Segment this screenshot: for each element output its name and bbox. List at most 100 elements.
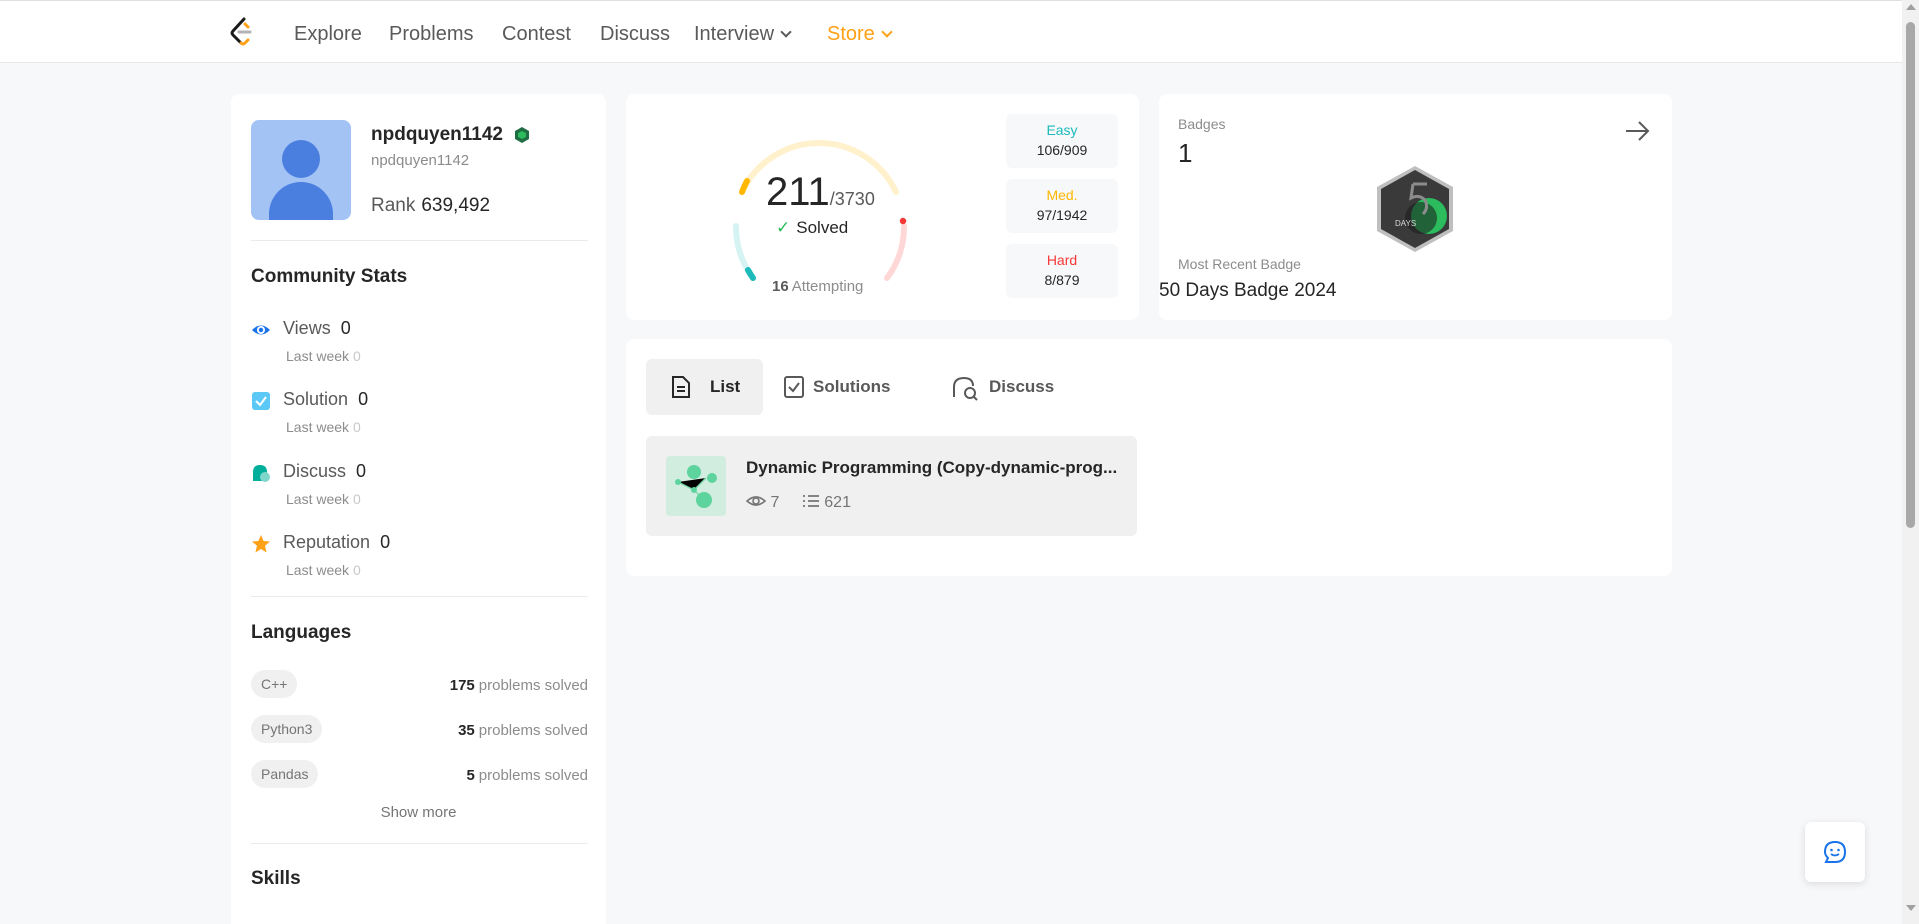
nav-interview[interactable]: Interview bbox=[694, 23, 792, 46]
discuss-icon bbox=[253, 465, 270, 482]
difficulty-medium[interactable]: Med. 97/1942 bbox=[1006, 179, 1118, 233]
eye-icon bbox=[252, 325, 270, 335]
attempting-count: 16 bbox=[772, 278, 789, 295]
tab-label: Solutions bbox=[813, 377, 891, 396]
tab-label: Discuss bbox=[989, 377, 1055, 396]
username: npdquyen1142 bbox=[371, 124, 503, 145]
recent-badge-label: Most Recent Badge bbox=[1178, 256, 1301, 272]
badges-count: 1 bbox=[1178, 138, 1193, 168]
list-meta: 7 621 bbox=[745, 494, 851, 512]
language-tag[interactable]: Pandas bbox=[251, 760, 319, 788]
stat-views-value: 0 bbox=[340, 318, 351, 338]
stat-views-name: Views bbox=[283, 318, 331, 338]
stat-discuss-label: Discuss 0 bbox=[283, 461, 366, 482]
profile-card: npdquyen1142 npdquyen1142 Rank 639,492 Co… bbox=[231, 94, 606, 924]
chat-smile-icon bbox=[1823, 840, 1847, 863]
solved-total: /3730 bbox=[829, 189, 875, 209]
last-week-value: 0 bbox=[353, 348, 361, 364]
tab-list[interactable]: List bbox=[646, 359, 763, 415]
last-week-label: Last week bbox=[286, 491, 350, 507]
last-week-label: Last week bbox=[286, 348, 350, 364]
difficulty-value: 97/1942 bbox=[1036, 207, 1088, 223]
stat-reputation-value: 0 bbox=[380, 532, 391, 552]
scrollbar[interactable] bbox=[1902, 0, 1919, 924]
nav-interview-label: Interview bbox=[694, 23, 775, 45]
leetcode-logo-icon[interactable] bbox=[228, 17, 256, 47]
chevron-down-icon bbox=[881, 26, 893, 38]
difficulty-hard[interactable]: Hard 8/879 bbox=[1006, 244, 1118, 298]
language-count: 5 problems solved bbox=[466, 767, 588, 784]
scroll-down-arrow-icon[interactable] bbox=[1906, 905, 1916, 911]
avatar-body bbox=[269, 182, 333, 220]
nav-discuss[interactable]: Discuss bbox=[600, 23, 670, 46]
top-navbar: Explore Problems Contest Discuss Intervi… bbox=[0, 0, 1902, 63]
last-week-value: 0 bbox=[353, 419, 361, 435]
language-tag[interactable]: C++ bbox=[251, 670, 298, 698]
rank: Rank 639,492 bbox=[371, 195, 490, 217]
solution-check-icon bbox=[252, 392, 270, 410]
scrollbar-thumb[interactable] bbox=[1906, 22, 1915, 528]
lists-card: List Solutions Discuss Dynamic Programmi… bbox=[626, 339, 1672, 576]
tab-label: List bbox=[710, 377, 741, 396]
badges-label: Badges bbox=[1178, 116, 1226, 132]
stat-reputation-name: Reputation bbox=[283, 532, 371, 552]
chat-button[interactable] bbox=[1805, 822, 1865, 882]
stat-views: Views 0 Last week 0 bbox=[251, 316, 588, 372]
avatar[interactable] bbox=[251, 120, 351, 220]
arrow-right-icon[interactable] bbox=[1622, 116, 1652, 146]
last-week-value: 0 bbox=[353, 562, 361, 578]
solved-progress-card: 211/3730 ✓ Solved 16 Attempting Easy 106/9… bbox=[626, 94, 1139, 320]
50-days-badge-icon[interactable]: DAYS bbox=[1373, 164, 1457, 254]
tab-solutions[interactable]: Solutions bbox=[773, 359, 913, 415]
stat-views-label: Views 0 bbox=[283, 318, 351, 339]
last-week-label: Last week bbox=[286, 562, 350, 578]
language-tag[interactable]: Python3 bbox=[251, 715, 323, 743]
recent-badge-name: 50 Days Badge 2024 bbox=[1159, 280, 1337, 301]
language-count-number: 35 bbox=[458, 722, 475, 739]
stat-reputation: Reputation 0 Last week 0 bbox=[251, 530, 588, 586]
nav-problems[interactable]: Problems bbox=[389, 23, 473, 46]
divider bbox=[251, 596, 588, 597]
stat-solution-value: 0 bbox=[358, 389, 369, 409]
list-icon bbox=[802, 495, 819, 507]
last-week-label: Last week bbox=[286, 419, 350, 435]
last-week-value: 0 bbox=[353, 491, 361, 507]
verified-badge-icon bbox=[515, 127, 529, 143]
skills-title: Skills bbox=[251, 868, 301, 889]
stat-discuss-last-week: Last week 0 bbox=[286, 491, 361, 507]
stat-views-last-week: Last week 0 bbox=[286, 348, 361, 364]
check-icon: ✓ bbox=[776, 218, 791, 237]
nav-explore[interactable]: Explore bbox=[294, 23, 362, 46]
language-count-suffix: problems solved bbox=[478, 677, 588, 694]
rank-label: Rank bbox=[371, 195, 416, 216]
difficulty-easy[interactable]: Easy 106/909 bbox=[1006, 114, 1118, 168]
list-title: Dynamic Programming (Copy-dynamic-prog..… bbox=[746, 458, 1118, 477]
scroll-up-arrow-icon[interactable] bbox=[1906, 4, 1916, 10]
list-thumbnail-icon bbox=[666, 456, 726, 516]
show-more-button[interactable]: Show more bbox=[231, 804, 606, 821]
divider bbox=[251, 240, 588, 241]
tab-discuss[interactable]: Discuss bbox=[931, 359, 1061, 415]
stat-solution: Solution 0 Last week 0 bbox=[251, 387, 588, 443]
language-count-number: 175 bbox=[449, 677, 475, 694]
attempting: 16 Attempting bbox=[772, 278, 863, 295]
list-item[interactable]: Dynamic Programming (Copy-dynamic-prog..… bbox=[646, 436, 1137, 536]
badge-days-text: DAYS bbox=[1395, 219, 1416, 228]
language-count-suffix: problems solved bbox=[478, 722, 588, 739]
nav-store-label: Store bbox=[827, 23, 875, 45]
solved-count-number: 211 bbox=[766, 170, 830, 214]
difficulty-label: Hard bbox=[1046, 252, 1078, 268]
stat-reputation-last-week: Last week 0 bbox=[286, 562, 361, 578]
difficulty-label: Med. bbox=[1046, 187, 1078, 203]
nav-store[interactable]: Store bbox=[827, 23, 893, 46]
chevron-down-icon bbox=[780, 26, 792, 38]
nav-contest[interactable]: Contest bbox=[502, 23, 571, 46]
solved-count: 211/3730 bbox=[766, 170, 875, 215]
solved-label-text: Solved bbox=[796, 218, 849, 237]
language-count-number: 5 bbox=[466, 767, 475, 784]
stat-discuss-value: 0 bbox=[356, 461, 367, 481]
stat-discuss-name: Discuss bbox=[283, 461, 347, 481]
user-handle: npdquyen1142 bbox=[371, 152, 470, 169]
language-row: Python3 35 problems solved bbox=[251, 715, 588, 745]
language-row: Pandas 5 problems solved bbox=[251, 760, 588, 790]
